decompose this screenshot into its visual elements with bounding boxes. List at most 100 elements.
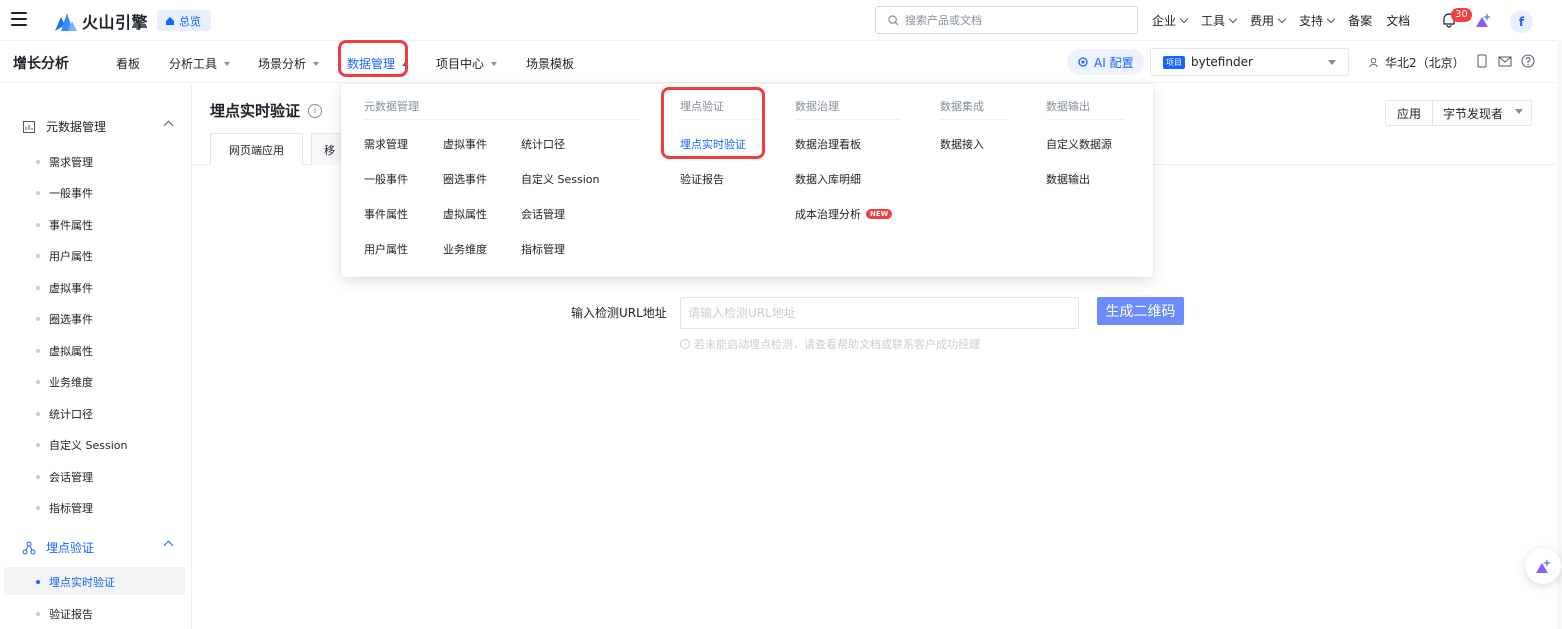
top-nav-docs[interactable]: 文档 — [1386, 12, 1410, 29]
sidebar-item-metrics[interactable]: 指标管理 — [36, 500, 93, 516]
dropdown-item[interactable]: 数据输出 — [1046, 171, 1090, 187]
sidebar-item-business-dimensions[interactable]: 业务维度 — [36, 374, 93, 390]
dropdown-item[interactable]: 业务维度 — [443, 241, 487, 257]
sidebar-item-user-properties[interactable]: 用户属性 — [36, 248, 93, 264]
top-nav-filing[interactable]: 备案 — [1348, 12, 1372, 29]
dropdown-item[interactable]: 会话管理 — [521, 206, 565, 222]
dropdown-item[interactable]: 验证报告 — [680, 171, 724, 187]
sidebar-item-general-events[interactable]: 一般事件 — [36, 185, 93, 201]
sidebar-item-validation-report[interactable]: 验证报告 — [36, 606, 93, 622]
nav-item-scenario-analysis[interactable]: 场景分析 — [258, 55, 320, 72]
bullet-icon — [36, 286, 40, 290]
avatar[interactable]: f — [1510, 10, 1533, 33]
sidebar-item-label: 指标管理 — [49, 502, 93, 515]
top-nav-billing[interactable]: 费用 — [1250, 12, 1287, 29]
dropdown-item[interactable]: 事件属性 — [364, 206, 408, 222]
nav-item-label: 项目中心 — [436, 57, 485, 71]
sidebar-group-tracking-validation[interactable]: 埋点验证 — [22, 539, 94, 556]
region-selector[interactable]: 华北2（北京） — [1368, 54, 1465, 71]
overview-button[interactable]: 总览 — [157, 10, 211, 31]
nav-item-dashboard[interactable]: 看板 — [116, 55, 140, 72]
bullet-icon — [36, 612, 40, 616]
sidebar-group-label: 埋点验证 — [46, 541, 95, 555]
nav-item-label: 场景分析 — [258, 57, 307, 71]
notification-badge: 30 — [1451, 8, 1472, 22]
ai-config-button[interactable]: AI 配置 — [1067, 49, 1144, 75]
app-selector[interactable]: 应用 字节发现者 — [1385, 100, 1533, 126]
search-box[interactable]: 搜索产品或文档 — [875, 6, 1138, 34]
region-label: 华北2（北京） — [1385, 56, 1465, 70]
mobile-icon[interactable] — [1475, 54, 1489, 68]
sidebar-item-label: 事件属性 — [49, 219, 93, 232]
url-input[interactable] — [680, 297, 1079, 329]
mail-icon[interactable] — [1498, 54, 1512, 68]
divider — [940, 119, 1008, 120]
dropdown-item[interactable]: 统计口径 — [521, 136, 565, 152]
dropdown-item[interactable]: 一般事件 — [364, 171, 408, 187]
sidebar-item-event-properties[interactable]: 事件属性 — [36, 217, 93, 233]
top-nav-tools[interactable]: 工具 — [1201, 12, 1238, 29]
nav-item-scenario-templates[interactable]: 场景模板 — [526, 55, 574, 72]
sidebar-item-label: 圈选事件 — [49, 313, 93, 326]
generate-qr-button[interactable]: 生成二维码 — [1097, 297, 1184, 325]
sidebar-item-requirements[interactable]: 需求管理 — [36, 154, 93, 170]
project-selector[interactable]: 项目 bytefinder — [1150, 48, 1349, 76]
dropdown-item[interactable]: 数据入库明细 — [795, 171, 861, 187]
sidebar-item-custom-session[interactable]: 自定义 Session — [36, 437, 127, 453]
caret-down-icon — [491, 61, 498, 66]
sidebar-item-session-management[interactable]: 会话管理 — [36, 469, 93, 485]
sidebar-item-virtual-events[interactable]: 虚拟事件 — [36, 280, 93, 296]
sidebar-item-stat-calibers[interactable]: 统计口径 — [36, 406, 93, 422]
search-placeholder: 搜索产品或文档 — [905, 14, 982, 27]
volcano-logo-icon — [55, 13, 77, 31]
dropdown-item[interactable]: 指标管理 — [521, 241, 565, 257]
sidebar-group-metadata[interactable]: 元数据管理 — [22, 118, 106, 135]
bullet-icon — [36, 475, 40, 479]
nav-item-project-center[interactable]: 项目中心 — [436, 55, 498, 72]
chevron-down-icon — [1179, 14, 1189, 24]
help-icon[interactable] — [1521, 54, 1535, 68]
info-icon: i — [680, 339, 690, 349]
dropdown-item[interactable]: 数据接入 — [940, 136, 984, 152]
scrollbar[interactable] — [1557, 40, 1562, 629]
dropdown-item[interactable]: 自定义数据源 — [1046, 136, 1112, 152]
highlight-box-realtime-validation — [661, 87, 765, 159]
dropdown-item[interactable]: 虚拟事件 — [443, 136, 487, 152]
floating-assistant-button[interactable] — [1525, 548, 1561, 584]
nav-item-analysis-tools[interactable]: 分析工具 — [169, 55, 231, 72]
bullet-icon — [36, 580, 40, 584]
tab-web-app[interactable]: 网页端应用 — [210, 133, 303, 165]
dropdown-header-output: 数据输出 — [1046, 100, 1090, 113]
top-nav-enterprise[interactable]: 企业 — [1152, 12, 1189, 29]
sidebar-item-label: 统计口径 — [49, 408, 93, 421]
dropdown-item[interactable]: 数据治理看板 — [795, 136, 861, 152]
url-field-label: 输入检测URL地址 — [571, 306, 667, 320]
bullet-icon — [36, 160, 40, 164]
dropdown-item[interactable]: 自定义 Session — [521, 171, 599, 187]
help-hint: i 若未能启动埋点检测，请查看帮助文档或联系客户成功经理 — [680, 336, 980, 352]
dropdown-item[interactable]: 需求管理 — [364, 136, 408, 152]
overview-label: 总览 — [179, 14, 201, 28]
bullet-icon — [36, 223, 40, 227]
dropdown-item[interactable]: 圈选事件 — [443, 171, 487, 187]
nav-item-label: 看板 — [116, 57, 141, 71]
caret-down-icon — [313, 61, 320, 66]
top-nav-label: 工具 — [1201, 14, 1226, 28]
nav-item-label: 场景模板 — [526, 57, 575, 71]
dropdown-item[interactable]: 虚拟属性 — [443, 206, 487, 222]
sidebar-item-circled-events[interactable]: 圈选事件 — [36, 311, 93, 327]
sidebar-item-realtime-validation[interactable]: 埋点实时验证 — [36, 574, 115, 590]
info-icon[interactable]: i — [308, 103, 323, 118]
ai-assistant-icon[interactable] — [1474, 11, 1492, 29]
bullet-icon — [36, 412, 40, 416]
top-bar: 火山引擎 总览 搜索产品或文档 企业 工具 费用 支持 备案 文档 30 f — [0, 0, 1562, 41]
hamburger-menu-icon[interactable] — [11, 12, 27, 26]
dropdown-item[interactable]: 用户属性 — [364, 241, 408, 257]
top-nav-support[interactable]: 支持 — [1299, 12, 1336, 29]
dropdown-item-cost-governance[interactable]: 成本治理分析 NEW — [795, 206, 893, 222]
sidebar-item-virtual-properties[interactable]: 虚拟属性 — [36, 343, 93, 359]
sidebar-item-label: 一般事件 — [49, 187, 93, 200]
brand-logo[interactable]: 火山引擎 — [55, 9, 148, 33]
sidebar-group-label: 元数据管理 — [46, 120, 107, 134]
app-selector-value: 字节发现者 — [1433, 105, 1531, 122]
